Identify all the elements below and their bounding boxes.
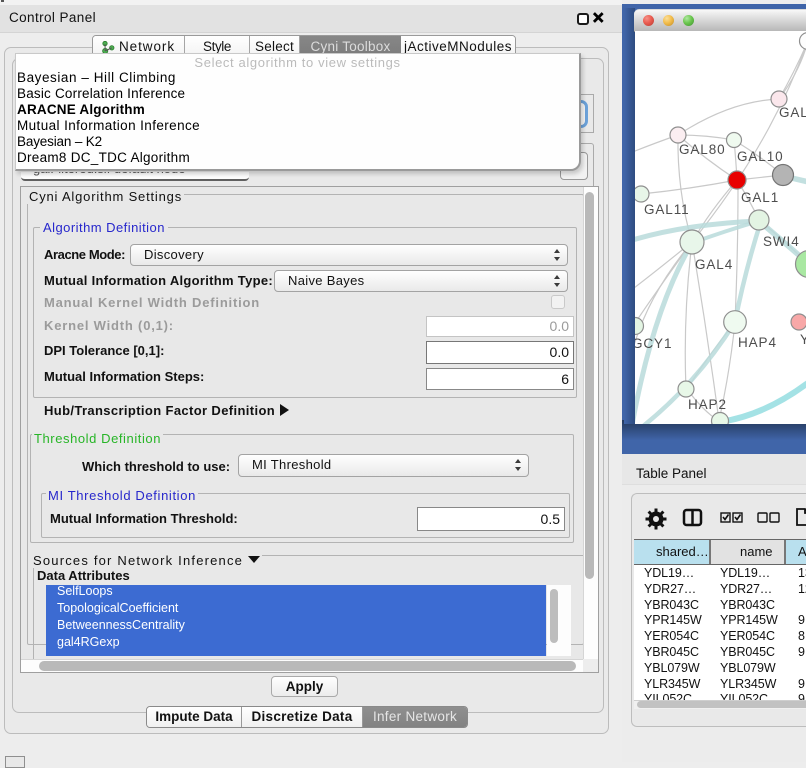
svg-text:GCY1: GCY1	[635, 336, 672, 351]
svg-text:HAP2: HAP2	[688, 397, 727, 412]
svg-text:Y: Y	[800, 332, 806, 347]
svg-text:GAL80: GAL80	[679, 142, 726, 157]
svg-text:SWI4: SWI4	[763, 234, 800, 249]
svg-text:GAL1: GAL1	[741, 190, 779, 205]
svg-text:GAL11: GAL11	[644, 202, 690, 217]
svg-text:GAL4: GAL4	[695, 257, 733, 272]
svg-text:GAL2: GAL2	[779, 105, 806, 120]
svg-text:GAL10: GAL10	[737, 149, 784, 164]
svg-text:HAP4: HAP4	[738, 335, 777, 350]
